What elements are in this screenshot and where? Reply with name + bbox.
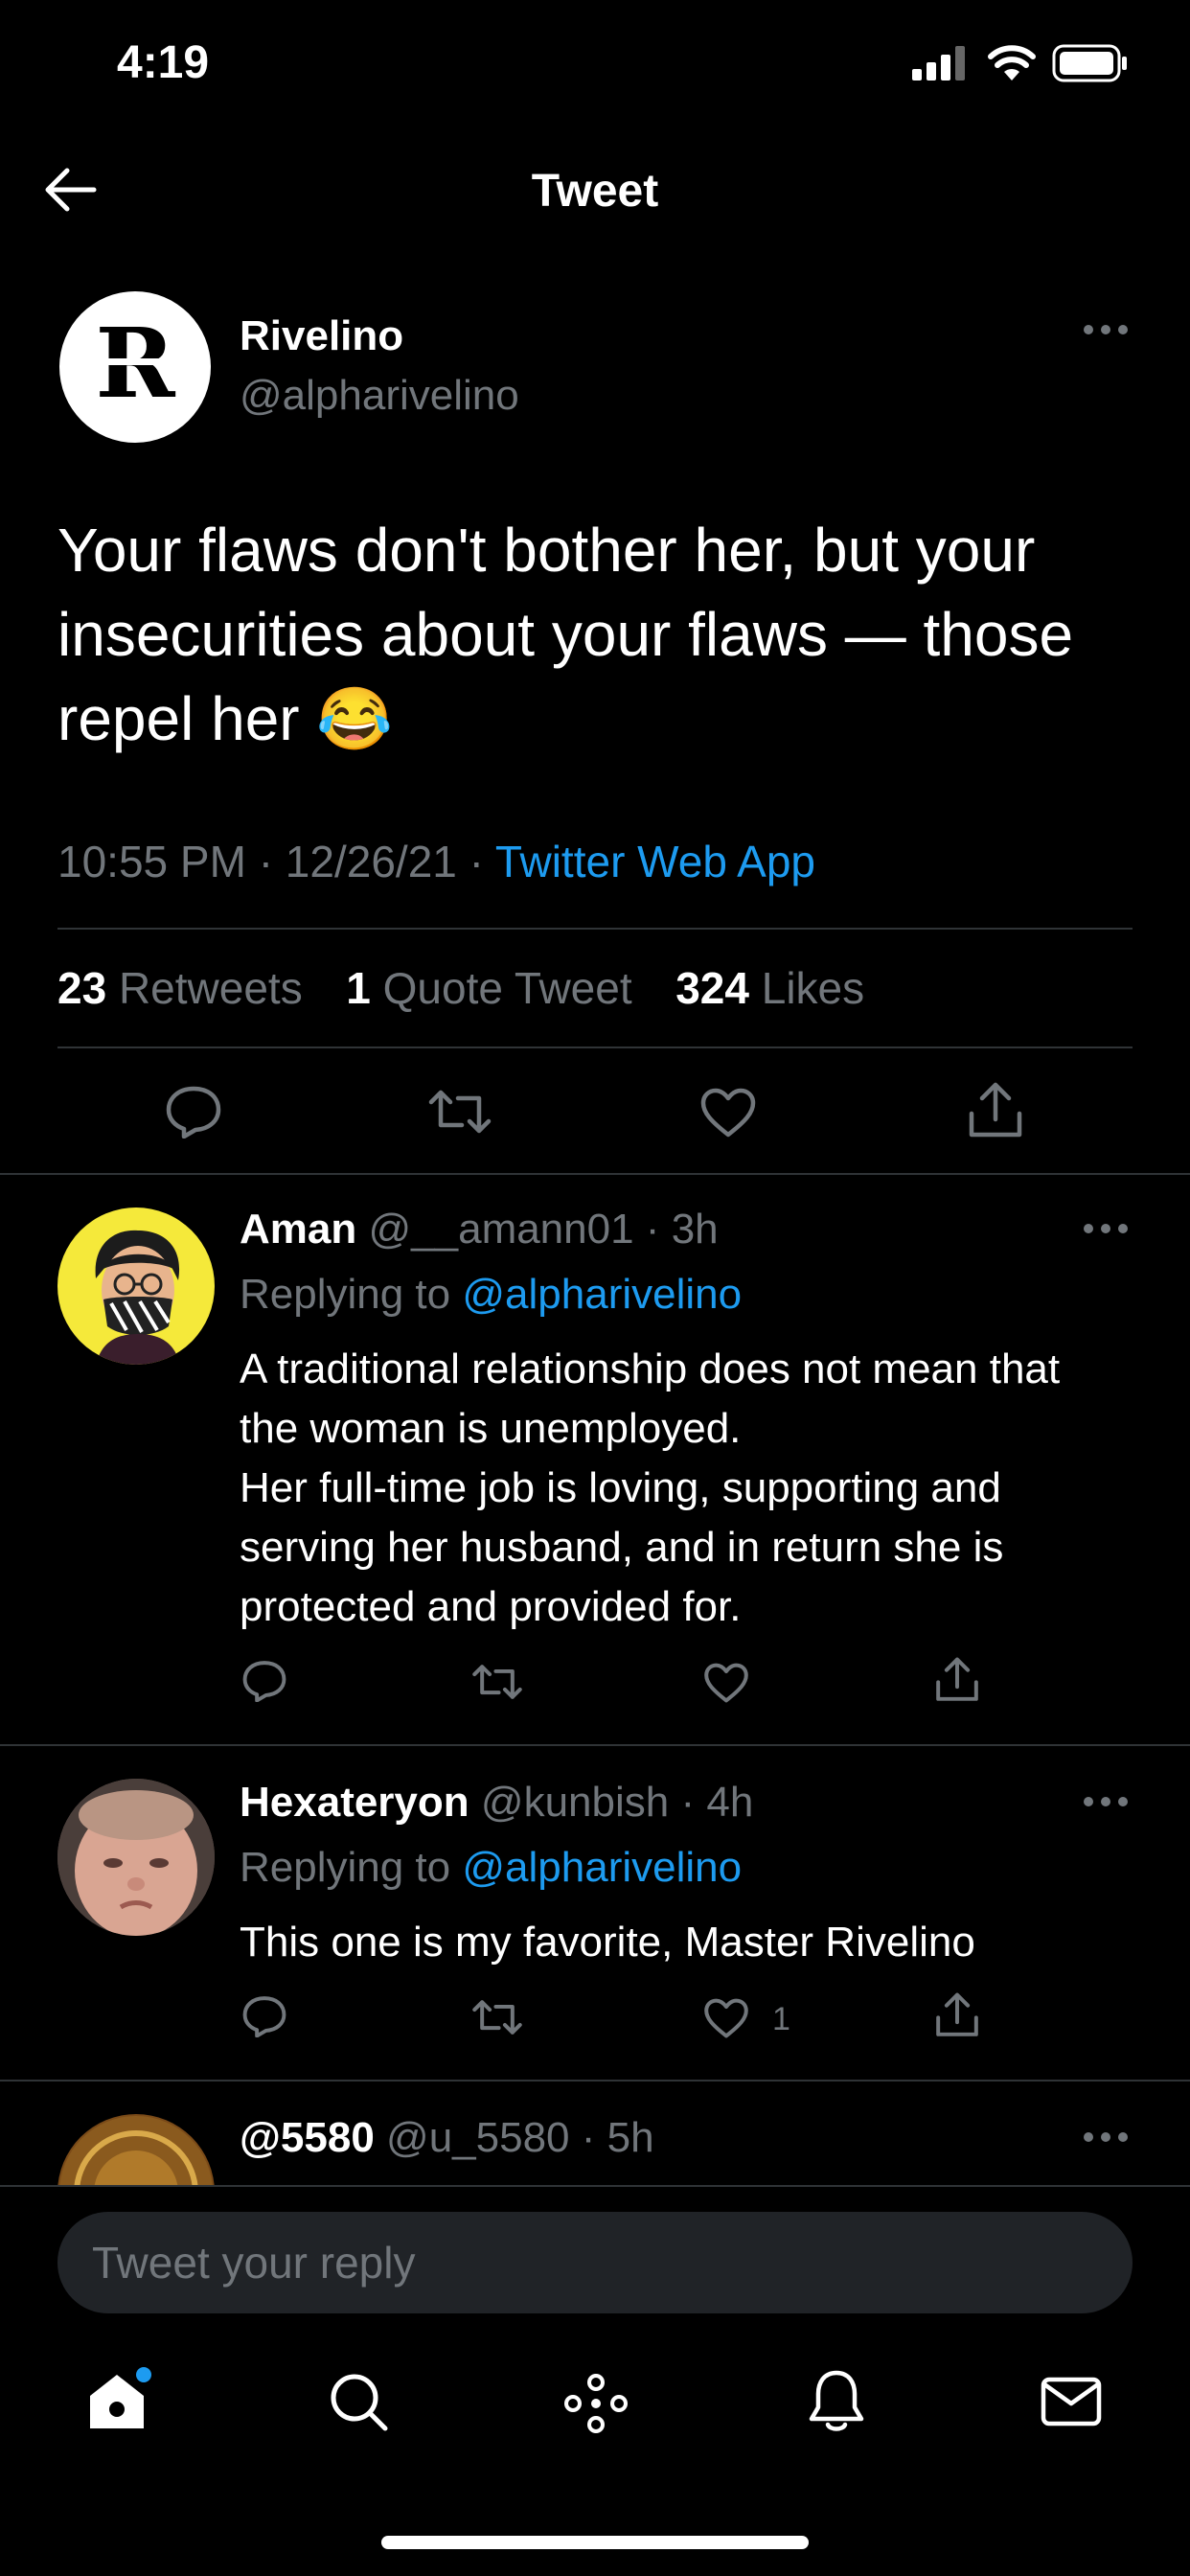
avatar-illustration — [95, 1230, 180, 1365]
retweet-button[interactable] — [471, 1999, 523, 2036]
like-count: 1 — [772, 2001, 790, 2037]
tab-messages[interactable] — [1041, 2377, 1102, 2426]
retweet-button[interactable] — [471, 1664, 523, 1700]
replying-to: Replying to @alpharivelino — [240, 1271, 743, 1318]
reply-age: 4h — [706, 1779, 754, 1826]
rivelino-logo: R — [88, 307, 182, 420]
author-name[interactable]: Rivelino — [240, 312, 403, 360]
share-button[interactable] — [968, 1081, 1023, 1140]
reply-button[interactable] — [241, 1660, 287, 1702]
more-horizontal-icon — [1084, 1224, 1128, 1233]
author-handle[interactable]: @alpharivelino — [240, 372, 519, 420]
share-button[interactable] — [935, 1991, 979, 2039]
retweet-icon — [428, 1090, 492, 1134]
home-indicator — [381, 2536, 809, 2549]
divider — [0, 1173, 1190, 1175]
replying-to-link[interactable]: @alpharivelino — [462, 1844, 742, 1891]
divider — [0, 1744, 1190, 1746]
likes-stat[interactable]: 324 Likes — [675, 963, 864, 1013]
reply-author-name[interactable]: Hexateryon — [240, 1779, 469, 1826]
reply-author-name[interactable]: Aman — [240, 1206, 356, 1253]
reply-avatar[interactable] — [57, 1779, 215, 1936]
reply-more-button[interactable] — [1083, 1223, 1129, 1234]
tab-search[interactable] — [328, 2371, 389, 2432]
tab-home[interactable] — [84, 2367, 155, 2434]
reply-text: This one is my favorite, Master Rivelino — [240, 1919, 975, 1966]
reply-header: Aman @__amann01 · 3h — [240, 1206, 719, 1253]
divider — [57, 928, 1133, 930]
divider — [57, 1046, 1133, 1048]
tweet-more-button[interactable] — [1083, 324, 1129, 335]
reply-author-name[interactable]: @5580 — [240, 2114, 375, 2161]
home-icon — [90, 2367, 151, 2428]
reply-button[interactable] — [165, 1085, 222, 1138]
reply-icon — [166, 1086, 221, 1138]
reply-age: 3h — [671, 1206, 719, 1253]
reply-more-button[interactable] — [1083, 1796, 1129, 1807]
reply-button[interactable] — [241, 1995, 287, 2037]
reply-avatar[interactable] — [57, 1208, 215, 1365]
quote-tweets-stat[interactable]: 1 Quote Tweet — [346, 963, 631, 1013]
heart-icon — [700, 1088, 756, 1138]
reply-author-handle[interactable]: @u_5580 — [386, 2114, 570, 2161]
replying-to: Replying to @alpharivelino — [240, 1844, 743, 1891]
wifi-icon — [987, 44, 1037, 82]
heart-icon — [704, 1663, 748, 1703]
cellular-signal-icon — [912, 46, 966, 80]
search-icon — [331, 2374, 388, 2431]
author-avatar[interactable]: R — [59, 291, 211, 443]
tab-spaces[interactable] — [563, 2373, 629, 2434]
tweet-source-link[interactable]: Twitter Web App — [495, 837, 815, 886]
reply-input[interactable] — [57, 2212, 1133, 2313]
retweets-stat[interactable]: 23 Retweets — [57, 963, 303, 1013]
reply-author-handle[interactable]: @__amann01 — [368, 1206, 633, 1253]
reply-more-button[interactable] — [1083, 2131, 1129, 2143]
more-horizontal-icon — [1084, 325, 1128, 334]
share-icon — [969, 1082, 1022, 1138]
reply-header: @5580 @u_5580 · 5h — [240, 2114, 654, 2161]
tweet-stats: 23 Retweets 1 Quote Tweet 324 Likes — [57, 962, 864, 1014]
like-button[interactable] — [703, 1662, 749, 1704]
reply-icon — [242, 1996, 286, 2037]
like-button[interactable] — [699, 1087, 757, 1138]
share-icon — [936, 1992, 978, 2036]
page-title: Tweet — [531, 166, 659, 217]
retweet-icon — [472, 1665, 522, 1699]
retweet-button[interactable] — [427, 1089, 492, 1135]
reply-text: A traditional relationship does not mean… — [240, 1346, 1061, 1630]
share-icon — [936, 1657, 978, 1701]
reply-icon — [242, 1661, 286, 1702]
replying-to-link[interactable]: @alpharivelino — [462, 1271, 742, 1318]
tweet-meta: 10:55 PM · 12/26/21 · Twitter Web App — [57, 837, 816, 886]
tweet-text: Your flaws don't bother her, but your in… — [57, 516, 1074, 753]
avatar-photo — [57, 1779, 215, 1936]
more-horizontal-icon — [1084, 2132, 1128, 2142]
tab-notifications[interactable] — [807, 2367, 866, 2434]
battery-icon — [1052, 44, 1129, 82]
reply-header: Hexateryon @kunbish · 4h — [240, 1779, 754, 1826]
bell-icon — [809, 2370, 864, 2431]
like-button[interactable] — [703, 1997, 749, 2039]
heart-icon — [704, 1998, 748, 2038]
status-time: 4:19 — [117, 37, 210, 88]
tweet-time: 10:55 PM — [57, 837, 246, 886]
reply-author-handle[interactable]: @kunbish — [481, 1779, 669, 1826]
share-button[interactable] — [935, 1656, 979, 1704]
more-horizontal-icon — [1084, 1797, 1128, 1806]
tweet-date: 12/26/21 — [285, 837, 457, 886]
spaces-icon — [564, 2374, 628, 2433]
reply-age: 5h — [606, 2114, 654, 2161]
retweet-icon — [472, 2000, 522, 2035]
divider — [0, 2080, 1190, 2082]
mail-icon — [1041, 2377, 1102, 2426]
